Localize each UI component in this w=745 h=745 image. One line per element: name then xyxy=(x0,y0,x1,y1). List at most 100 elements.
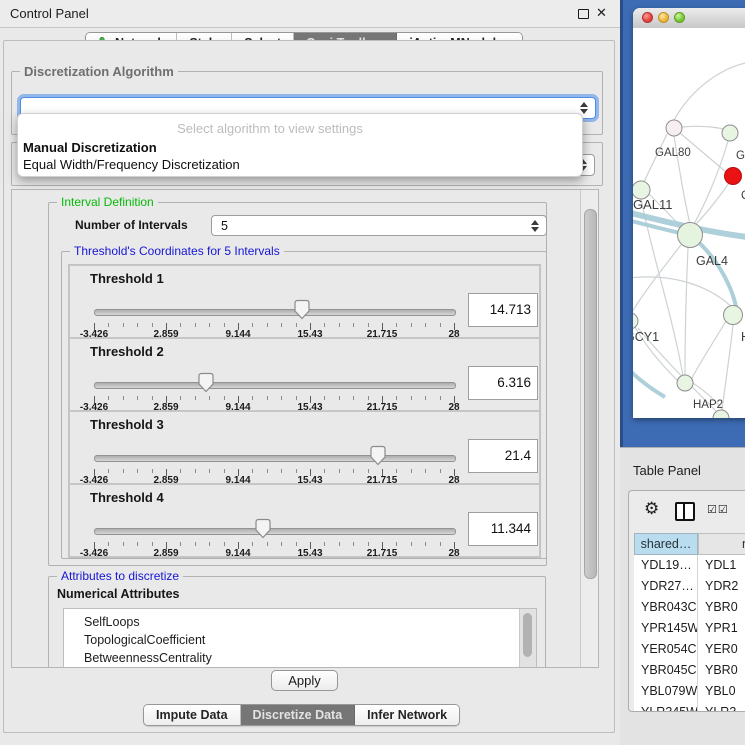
table-row[interactable]: YLR345WYLR3 xyxy=(634,702,745,712)
table-panel: Table Panel ⚙ ☑☑ shared… n YDL19…YDL1YDR… xyxy=(620,447,745,745)
column-header-name[interactable]: n xyxy=(698,533,745,555)
table-row[interactable]: YDL19…YDL1 xyxy=(634,555,745,576)
node-hap2[interactable] xyxy=(677,375,693,391)
threshold-4-panel: Threshold 4 -3.4262.8599.14415.4321.7152… xyxy=(69,484,540,557)
network-window-titlebar[interactable] xyxy=(633,8,745,29)
slider-thumb[interactable] xyxy=(369,445,387,466)
threshold-3-value-field[interactable]: 21.4 xyxy=(468,439,538,473)
slider-thumb[interactable] xyxy=(254,518,272,539)
node-gal80[interactable] xyxy=(666,120,682,136)
tick-label: 15.43 xyxy=(297,548,322,559)
attribute-list-item[interactable]: TopologicalCoefficient xyxy=(64,631,536,649)
tab-discretize-data[interactable]: Discretize Data xyxy=(241,705,356,725)
checkbox-pair-icon[interactable]: ☑☑ xyxy=(707,503,729,516)
node-red-selected[interactable] xyxy=(725,168,742,185)
tab-impute-data-label: Impute Data xyxy=(156,708,228,722)
thresholds-group: Threshold's Coordinates for 5 Intervals … xyxy=(61,251,547,559)
table-header-row: shared… n xyxy=(634,533,745,555)
cell-name[interactable]: YLR3 xyxy=(698,702,745,712)
attribute-list-item[interactable]: BetweennessCentrality xyxy=(64,649,536,667)
tick-label: -3.426 xyxy=(80,548,108,559)
attributes-group-title: Attributes to discretize xyxy=(57,569,183,584)
node-label-clipped-h: H xyxy=(741,330,745,344)
cell-name[interactable]: YBR0 xyxy=(698,660,745,681)
threshold-2-value-field[interactable]: 6.316 xyxy=(468,366,538,400)
interval-definition-group: Interval Definition Number of Intervals … xyxy=(48,202,547,566)
cell-shared-name[interactable]: YBL079W xyxy=(634,681,698,702)
threshold-2-panel: Threshold 2 -3.4262.8599.14415.4321.7152… xyxy=(69,338,540,411)
settings-scrollbar[interactable] xyxy=(580,190,598,667)
table-row[interactable]: YBL079WYBL0 xyxy=(634,681,745,702)
thresholds-group-title: Threshold's Coordinates for 5 Intervals xyxy=(70,244,284,259)
network-canvas[interactable]: GAL80 GAL11 GAL4 GCY1 HAP2 GA C H xyxy=(633,28,745,418)
node-gcy1[interactable] xyxy=(633,313,638,329)
node-gal4[interactable] xyxy=(678,223,703,248)
node-label-clipped-ga: GA xyxy=(736,150,745,162)
node-label-hap2: HAP2 xyxy=(693,399,723,411)
close-icon[interactable]: ✕ xyxy=(596,5,607,21)
table-row[interactable]: YBR045CYBR0 xyxy=(634,660,745,681)
cell-shared-name[interactable]: YDR27… xyxy=(634,576,698,597)
threshold-1-panel: Threshold 1 -3.4262.8599.14415.4321.7152… xyxy=(69,265,540,338)
slider-thumb[interactable] xyxy=(197,372,215,393)
cell-name[interactable]: YDR2 xyxy=(698,576,745,597)
columns-icon[interactable] xyxy=(675,502,695,521)
numerical-attributes-list[interactable]: SelfLoopsTopologicalCoefficientBetweenne… xyxy=(63,608,537,668)
number-of-intervals-combo[interactable]: 5 xyxy=(211,215,547,236)
tab-infer-network-label: Infer Network xyxy=(367,708,447,722)
column-header-shared[interactable]: shared… xyxy=(634,533,698,555)
cell-shared-name[interactable]: YBR043C xyxy=(634,597,698,618)
table-panel-toolbar: ⚙ ☑☑ xyxy=(629,491,745,531)
cell-name[interactable]: YPR1 xyxy=(698,618,745,639)
cell-shared-name[interactable]: YLR345W xyxy=(634,702,698,712)
cell-shared-name[interactable]: YPR145W xyxy=(634,618,698,639)
float-window-icon[interactable] xyxy=(578,9,589,19)
cell-name[interactable]: YBR0 xyxy=(698,597,745,618)
table-row[interactable]: YPR145WYPR1 xyxy=(634,618,745,639)
cell-shared-name[interactable]: YBR045C xyxy=(634,660,698,681)
tab-discretize-data-label: Discretize Data xyxy=(253,708,343,722)
slider-thumb[interactable] xyxy=(293,299,311,320)
algorithm-popup-placeholder: Select algorithm to view settings xyxy=(18,121,522,136)
mac-minimize-icon[interactable] xyxy=(658,12,669,23)
cell-shared-name[interactable]: YER054C xyxy=(634,639,698,660)
list-scrollbar-thumb[interactable] xyxy=(523,613,532,657)
cell-name[interactable]: YBL0 xyxy=(698,681,745,702)
settings-scrollpane: Interval Definition Number of Intervals … xyxy=(11,189,599,668)
node-top-right[interactable] xyxy=(722,125,738,141)
bottom-tabbar: Impute Data Discretize Data Infer Networ… xyxy=(143,704,460,726)
popup-option-manual-discretization[interactable]: Manual Discretization xyxy=(22,140,578,157)
table-row[interactable]: YBR043CYBR0 xyxy=(634,597,745,618)
node-attribute-table: shared… n YDL19…YDL1YDR27…YDR2YBR043CYBR… xyxy=(634,533,745,712)
network-window-frame: GAL80 GAL11 GAL4 GCY1 HAP2 GA C H xyxy=(620,0,745,447)
cell-name[interactable]: YDL1 xyxy=(698,555,745,576)
threshold-1-value-field[interactable]: 14.713 xyxy=(468,293,538,327)
node-label-gal4: GAL4 xyxy=(696,254,728,268)
table-row[interactable]: YDR27…YDR2 xyxy=(634,576,745,597)
settings-scrollbar-thumb[interactable] xyxy=(584,209,597,579)
mac-close-icon[interactable] xyxy=(642,12,653,23)
node-label-clipped-c: C xyxy=(741,190,745,202)
interval-definition-title: Interval Definition xyxy=(57,195,158,210)
table-rows: YDL19…YDL1YDR27…YDR2YBR043CYBR0YPR145WYP… xyxy=(634,555,745,712)
tab-infer-network[interactable]: Infer Network xyxy=(355,705,459,725)
screen: Control Panel ✕ Network Style Select Cyn… xyxy=(0,0,745,745)
threshold-4-value-field[interactable]: 11.344 xyxy=(468,512,538,546)
attribute-list-item[interactable]: SelfLoops xyxy=(64,613,536,631)
number-of-intervals-value: 5 xyxy=(221,219,228,233)
algorithm-popup: Select algorithm to view settings Manual… xyxy=(17,113,583,177)
attributes-group: Attributes to discretize Numerical Attri… xyxy=(48,576,546,668)
cell-shared-name[interactable]: YDL19… xyxy=(634,555,698,576)
network-window[interactable]: GAL80 GAL11 GAL4 GCY1 HAP2 GA C H xyxy=(633,8,745,418)
list-scrollbar[interactable] xyxy=(519,609,536,668)
cell-name[interactable]: YER0 xyxy=(698,639,745,660)
node-mid-right[interactable] xyxy=(724,306,743,325)
gear-icon[interactable]: ⚙ xyxy=(644,499,659,519)
node-label-gal11: GAL11 xyxy=(633,197,673,212)
numerical-attributes-label: Numerical Attributes xyxy=(57,587,179,601)
mac-zoom-icon[interactable] xyxy=(674,12,685,23)
apply-button[interactable]: Apply xyxy=(271,670,338,691)
table-row[interactable]: YER054CYER0 xyxy=(634,639,745,660)
popup-option-equal-width-frequency[interactable]: Equal Width/Frequency Discretization xyxy=(22,157,578,174)
tab-impute-data[interactable]: Impute Data xyxy=(144,705,241,725)
